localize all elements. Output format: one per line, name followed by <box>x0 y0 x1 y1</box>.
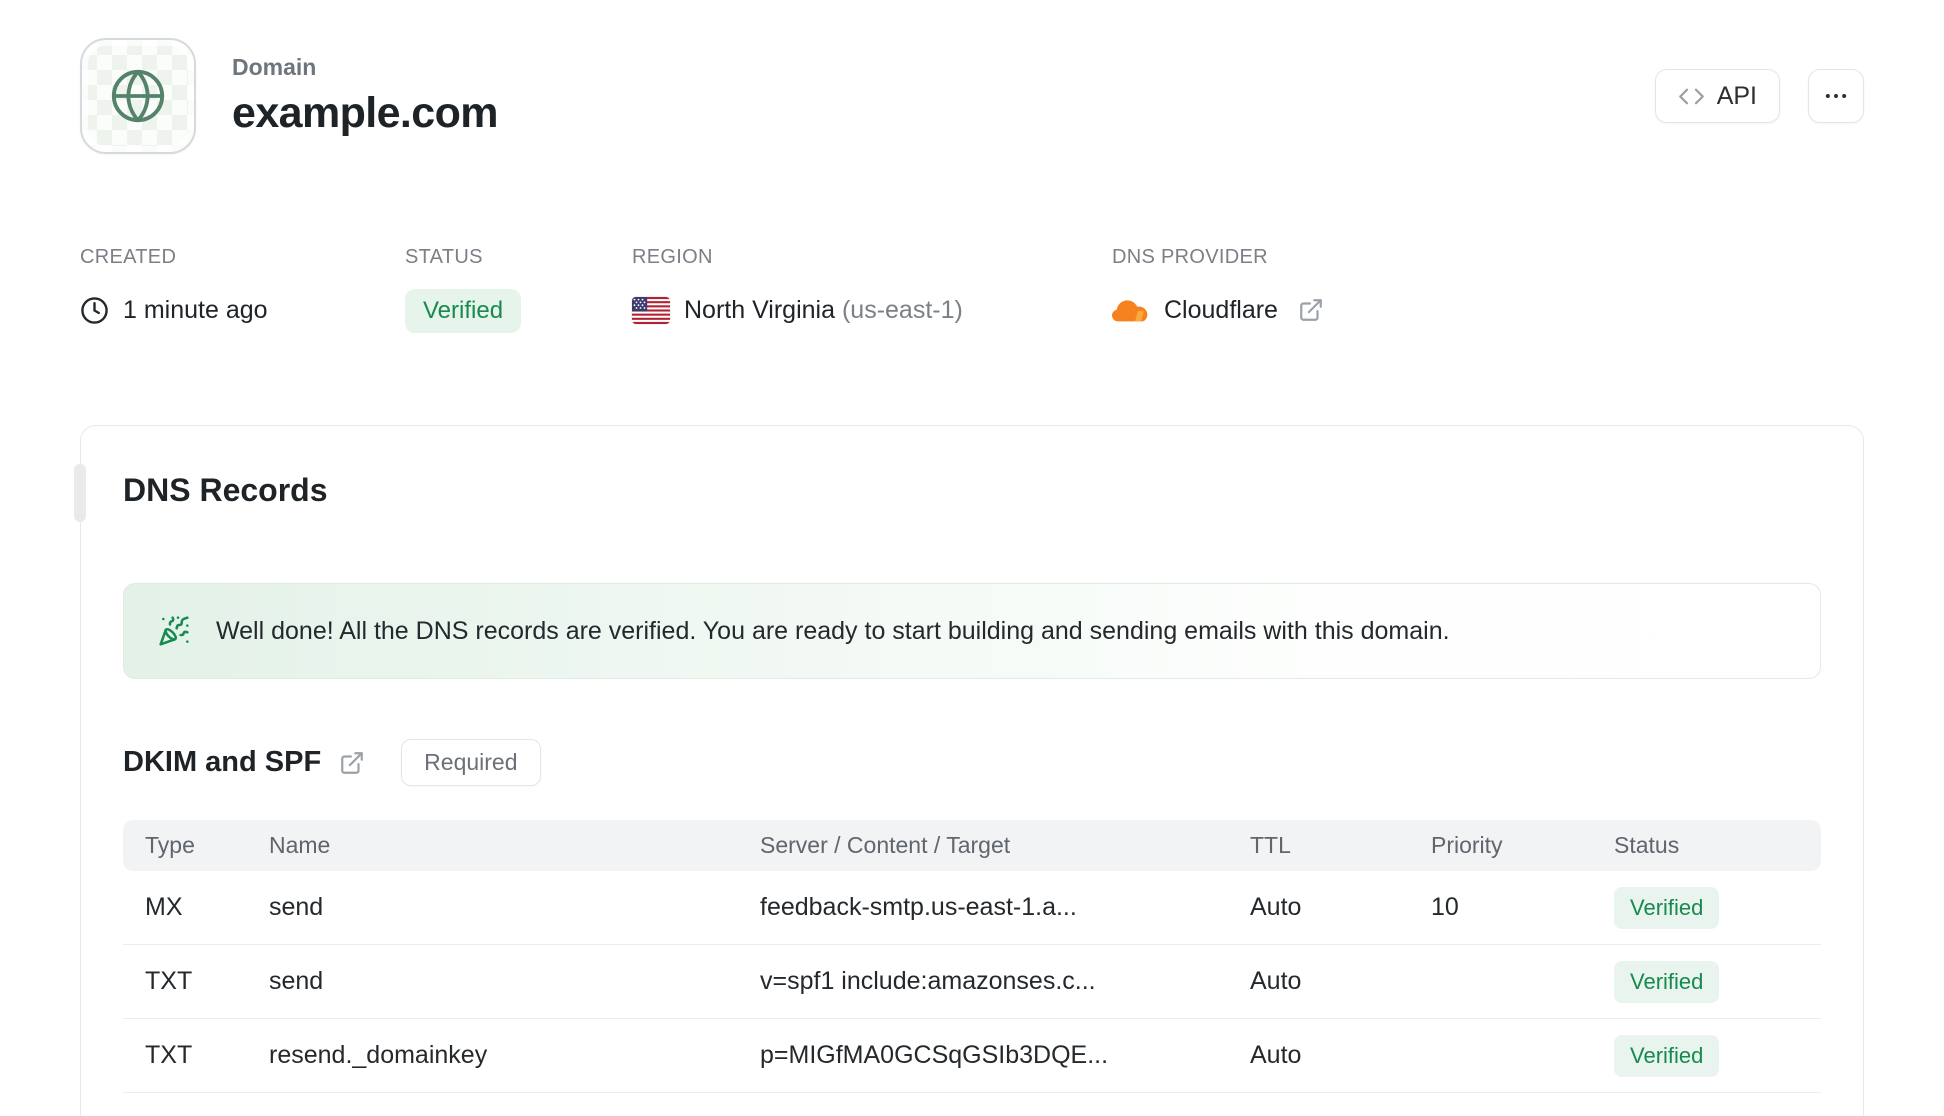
party-popper-icon <box>158 615 190 647</box>
us-flag-icon <box>632 296 670 324</box>
section-accent-pill <box>74 464 86 522</box>
cell-priority: 10 <box>1431 893 1459 921</box>
cell-name: send <box>269 893 324 921</box>
page-header: Domain example.com API <box>80 38 1864 154</box>
domain-avatar <box>80 38 196 154</box>
domain-meta-row: CREATED 1 minute ago STATUS Verified REG… <box>80 246 1864 333</box>
meta-created: CREATED 1 minute ago <box>80 246 405 333</box>
dns-records-table: Type Name Server / Content / Target TTL … <box>123 820 1821 1093</box>
ellipsis-icon <box>1822 82 1850 110</box>
meta-status: STATUS Verified <box>405 246 632 333</box>
header-text: Domain example.com <box>232 54 498 138</box>
cell-type: TXT <box>145 967 193 995</box>
table-header-row: Type Name Server / Content / Target TTL … <box>123 820 1821 871</box>
status-badge: Verified <box>405 289 522 333</box>
column-header-type: Type <box>145 832 195 858</box>
column-header-name: Name <box>269 832 331 858</box>
column-header-ttl: TTL <box>1250 832 1291 858</box>
dns-provider-label: DNS PROVIDER <box>1112 246 1268 268</box>
dns-records-card: DNS Records Well done! All the DNS recor… <box>74 425 1864 1116</box>
cell-ttl: Auto <box>1250 1041 1302 1069</box>
status-label: STATUS <box>405 246 483 268</box>
cell-content: p=MIGfMA0GCSqGSIb3DQE... <box>760 1041 1109 1069</box>
cell-content: v=spf1 include:amazonses.c... <box>760 967 1096 995</box>
column-header-status: Status <box>1614 832 1680 858</box>
clock-icon <box>80 296 109 325</box>
meta-dns-provider: DNS PROVIDER Cloudflare <box>1112 246 1324 333</box>
page-eyebrow: Domain <box>232 54 317 80</box>
api-button[interactable]: API <box>1654 69 1780 123</box>
dkim-section-header: DKIM and SPF Required <box>123 739 1821 786</box>
cell-content: feedback-smtp.us-east-1.a... <box>760 893 1077 921</box>
status-badge: Verified <box>1614 1034 1720 1077</box>
region-name: North Virginia <box>684 295 836 324</box>
region-label: REGION <box>632 246 713 268</box>
created-label: CREATED <box>80 246 177 268</box>
region-code: (us-east-1) <box>841 295 963 324</box>
domain-detail-page: Domain example.com API CREATED 1 minute … <box>0 38 1944 1116</box>
dns-provider-value: Cloudflare <box>1164 295 1278 324</box>
cell-ttl: Auto <box>1250 967 1302 995</box>
column-header-content: Server / Content / Target <box>760 832 1011 858</box>
status-badge: Verified <box>1614 960 1720 1003</box>
header-actions: API <box>1654 69 1864 123</box>
code-icon <box>1678 83 1705 110</box>
success-banner-message: Well done! All the DNS records are verif… <box>216 616 1450 645</box>
cell-ttl: Auto <box>1250 893 1302 921</box>
more-options-button[interactable] <box>1808 69 1864 123</box>
page-title: example.com <box>232 89 498 137</box>
cell-type: TXT <box>145 1041 193 1069</box>
cloudflare-icon <box>1112 298 1150 323</box>
table-row: TXT send v=spf1 include:amazonses.c... A… <box>123 945 1821 1019</box>
success-banner: Well done! All the DNS records are verif… <box>123 583 1821 679</box>
table-row: MX send feedback-smtp.us-east-1.a... Aut… <box>123 871 1821 945</box>
dkim-heading: DKIM and SPF <box>123 746 322 778</box>
status-badge: Verified <box>1614 886 1720 929</box>
column-header-priority: Priority <box>1431 832 1503 858</box>
meta-region: REGION North Virginia (us-east-1) <box>632 246 1112 333</box>
created-value: 1 minute ago <box>123 295 268 324</box>
cell-name: send <box>269 967 324 995</box>
api-button-label: API <box>1716 81 1757 110</box>
cell-type: MX <box>145 893 183 921</box>
cell-name: resend._domainkey <box>269 1041 488 1069</box>
globe-icon <box>109 67 167 125</box>
required-badge: Required <box>401 739 541 786</box>
table-row: TXT resend._domainkey p=MIGfMA0GCSqGSIb3… <box>123 1019 1821 1093</box>
dns-records-heading: DNS Records <box>123 472 328 508</box>
external-link-icon[interactable] <box>1298 297 1324 323</box>
external-link-icon[interactable] <box>339 750 365 776</box>
